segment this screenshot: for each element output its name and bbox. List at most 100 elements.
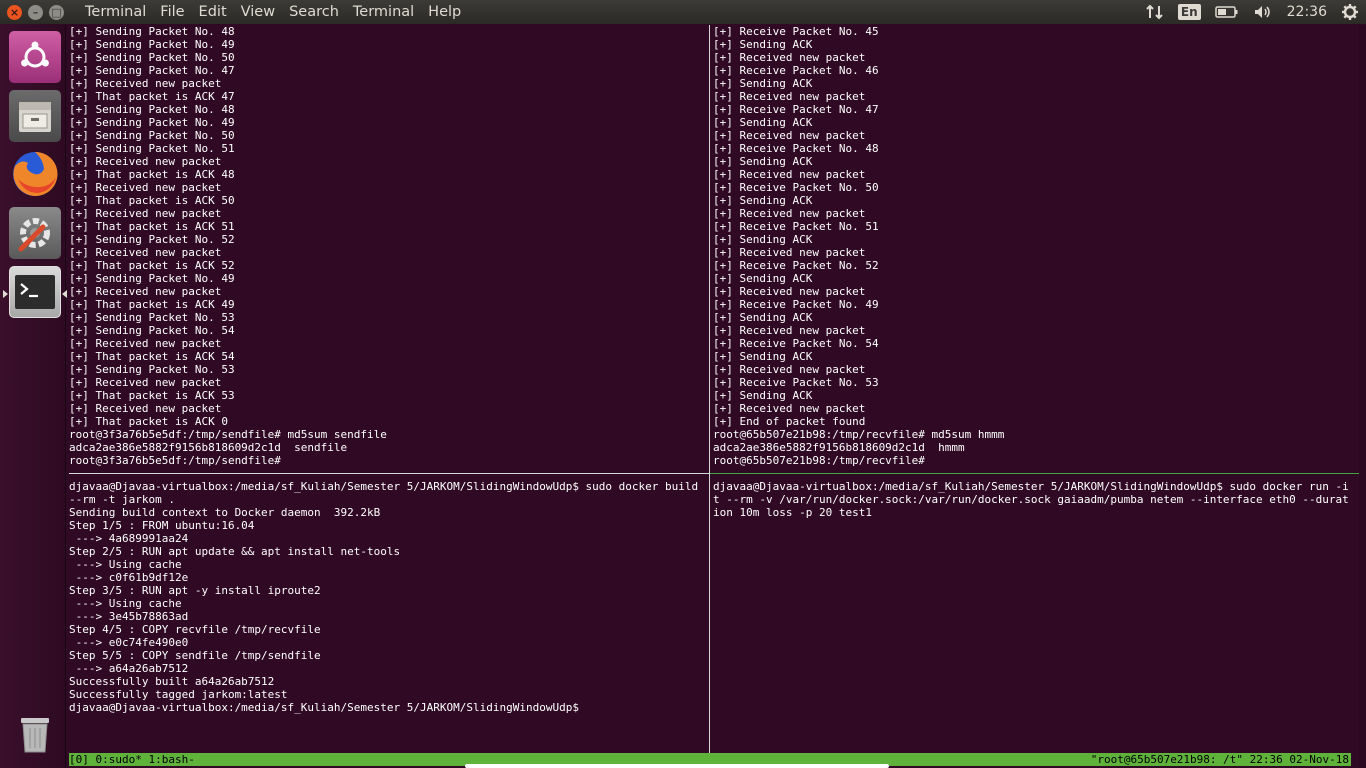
close-window-button[interactable]: ×	[7, 4, 22, 20]
terminal-line: [+] That packet is ACK 0	[69, 415, 228, 428]
terminal-line: root@3f3a76b5e5df:/tmp/sendfile# md5sum …	[69, 428, 387, 441]
terminal-line: [+] Receive Packet No. 50	[713, 181, 879, 194]
terminal-line: [+] Receive Packet No. 49	[713, 298, 879, 311]
terminal-line: [+] Sending ACK	[713, 350, 813, 363]
tmux-status-right: "root@65b507e21b98: /t" 22:36 02-Nov-18	[1090, 753, 1349, 766]
terminal-line: [+] Received new packet	[713, 324, 866, 337]
terminal-line: [+] Receive Packet No. 45	[713, 25, 879, 38]
terminal-line: [+] That packet is ACK 51	[69, 220, 235, 233]
terminal-line: [+] Received new packet	[69, 77, 222, 90]
terminal-line: [+] That packet is ACK 50	[69, 194, 235, 207]
terminal-line: [+] Sending Packet No. 54	[69, 324, 235, 337]
terminal-line: [+] Received new packet	[69, 376, 222, 389]
terminal-line: [+] Sending ACK	[713, 194, 813, 207]
menu-file[interactable]: File	[153, 4, 191, 20]
terminal-line: [+] Sending ACK	[713, 77, 813, 90]
terminal-line: [+] Sending Packet No. 53	[69, 363, 235, 376]
pane-divider-horizontal-right-active[interactable]	[710, 473, 1359, 474]
active-app-indicator	[3, 290, 8, 298]
terminal-line: [+] That packet is ACK 54	[69, 350, 235, 363]
terminal-line: [+] That packet is ACK 53	[69, 389, 235, 402]
terminal-line: [+] Sending Packet No. 50	[69, 129, 235, 142]
menu-app-terminal[interactable]: Terminal	[78, 4, 153, 20]
terminal-line: [+] Receive Packet No. 48	[713, 142, 879, 155]
terminal-line: [+] Receive Packet No. 46	[713, 64, 879, 77]
tmux-pane-pumba-netem[interactable]: djavaa@Djavaa-virtualbox:/media/sf_Kulia…	[713, 480, 1351, 752]
terminal-line: [+] Sending Packet No. 53	[69, 311, 235, 324]
terminal-icon[interactable]	[9, 266, 61, 318]
clock[interactable]: 22:36	[1287, 4, 1327, 20]
terminal-line: [+] Sending Packet No. 50	[69, 51, 235, 64]
terminal-line: [+] Sending Packet No. 47	[69, 64, 235, 77]
terminal-line: [+] Sending Packet No. 49	[69, 116, 235, 129]
terminal-line: [+] Received new packet	[713, 207, 866, 220]
terminal-line: [+] End of packet found	[713, 415, 866, 428]
focused-app-indicator	[62, 290, 67, 298]
pane-divider-vertical[interactable]	[709, 25, 710, 753]
tmux-pane-receiver-log[interactable]: [+] Receive Packet No. 45 [+] Sending ACK…	[713, 25, 1359, 470]
terminal-line: [+] Sending ACK	[713, 155, 813, 168]
terminal-line: [+] Sending ACK	[713, 311, 813, 324]
minimize-window-button[interactable]: –	[28, 4, 43, 20]
terminal-line: [+] Receive Packet No. 51	[713, 220, 879, 233]
terminal-line: [+] Received new packet	[69, 285, 222, 298]
ubuntu-software-icon[interactable]	[9, 31, 61, 83]
terminal-line: [+] That packet is ACK 49	[69, 298, 235, 311]
terminal-line: [+] Sending ACK	[713, 116, 813, 129]
menu-view[interactable]: View	[234, 4, 282, 20]
keyboard-layout-indicator[interactable]: En	[1177, 4, 1201, 20]
tmux-pane-docker-build[interactable]: djavaa@Djavaa-virtualbox:/media/sf_Kulia…	[69, 480, 709, 752]
menu-bar: Terminal File Edit View Search Terminal …	[78, 4, 468, 20]
terminal-line: [+] Received new packet	[713, 285, 866, 298]
terminal-line: [+] Receive Packet No. 54	[713, 337, 879, 350]
terminal-line: [+] Receive Packet No. 47	[713, 103, 879, 116]
launcher	[0, 24, 66, 768]
terminal-line: adca2ae386e5882f9156b818609d2c1d sendfil…	[69, 441, 348, 454]
terminal-scrollbar[interactable]	[1359, 25, 1366, 768]
terminal-line: [+] Received new packet	[69, 155, 222, 168]
terminal-line: [+] Received new packet	[69, 246, 222, 259]
tmux-window-list[interactable]: [0] 0:sudo* 1:bash-	[69, 753, 195, 766]
firefox-icon[interactable]	[9, 148, 61, 200]
indicator-area: En 22:36	[1139, 0, 1366, 24]
terminal-line: [+] Sending Packet No. 49	[69, 38, 235, 51]
terminal-line: [+] That packet is ACK 52	[69, 259, 235, 272]
pane-divider-horizontal-left[interactable]	[69, 473, 709, 474]
maximize-window-button[interactable]: □	[49, 4, 64, 20]
terminal-line: [+] Received new packet	[713, 168, 866, 181]
system-settings-icon[interactable]	[9, 207, 61, 259]
terminal-line: [+] Sending Packet No. 48	[69, 25, 235, 38]
terminal-line: [+] Receive Packet No. 52	[713, 259, 879, 272]
terminal-line: [+] Sending Packet No. 52	[69, 233, 235, 246]
terminal-line: [+] That packet is ACK 47	[69, 90, 235, 103]
menu-terminal[interactable]: Terminal	[346, 4, 421, 20]
menu-edit[interactable]: Edit	[192, 4, 234, 20]
horizontal-scroll-indicator[interactable]	[465, 764, 889, 768]
terminal-line: [+] Received new packet	[713, 363, 866, 376]
terminal-line: [+] Sending ACK	[713, 389, 813, 402]
terminal-line: root@65b507e21b98:/tmp/recvfile#	[713, 454, 925, 467]
tmux-pane-sender-log[interactable]: [+] Sending Packet No. 48 [+] Sending Pac…	[69, 25, 709, 470]
trash-icon[interactable]	[9, 708, 61, 760]
top-panel: × – □ Terminal File Edit View Search Ter…	[0, 0, 1366, 24]
files-icon[interactable]	[9, 90, 61, 142]
terminal-line: [+] Sending ACK	[713, 272, 813, 285]
terminal-line: [+] Received new packet	[69, 207, 222, 220]
network-icon[interactable]	[1146, 4, 1164, 20]
terminal-line: [+] Receive Packet No. 53	[713, 376, 879, 389]
system-gear-icon[interactable]	[1341, 3, 1359, 21]
volume-icon[interactable]	[1253, 4, 1273, 20]
terminal-line: [+] Sending Packet No. 49	[69, 272, 235, 285]
terminal-line: [+] Received new packet	[713, 402, 866, 415]
menu-search[interactable]: Search	[282, 4, 346, 20]
terminal-line: [+] That packet is ACK 48	[69, 168, 235, 181]
terminal-line: adca2ae386e5882f9156b818609d2c1d hmmm	[713, 441, 965, 454]
terminal-line: [+] Sending ACK	[713, 233, 813, 246]
terminal-line: [+] Received new packet	[69, 402, 222, 415]
terminal-line: [+] Received new packet	[713, 246, 866, 259]
terminal-line: [+] Sending ACK	[713, 38, 813, 51]
battery-icon[interactable]	[1214, 5, 1239, 19]
terminal-line: [+] Received new packet	[713, 90, 866, 103]
terminal-line: [+] Received new packet	[713, 129, 866, 142]
menu-help[interactable]: Help	[421, 4, 468, 20]
